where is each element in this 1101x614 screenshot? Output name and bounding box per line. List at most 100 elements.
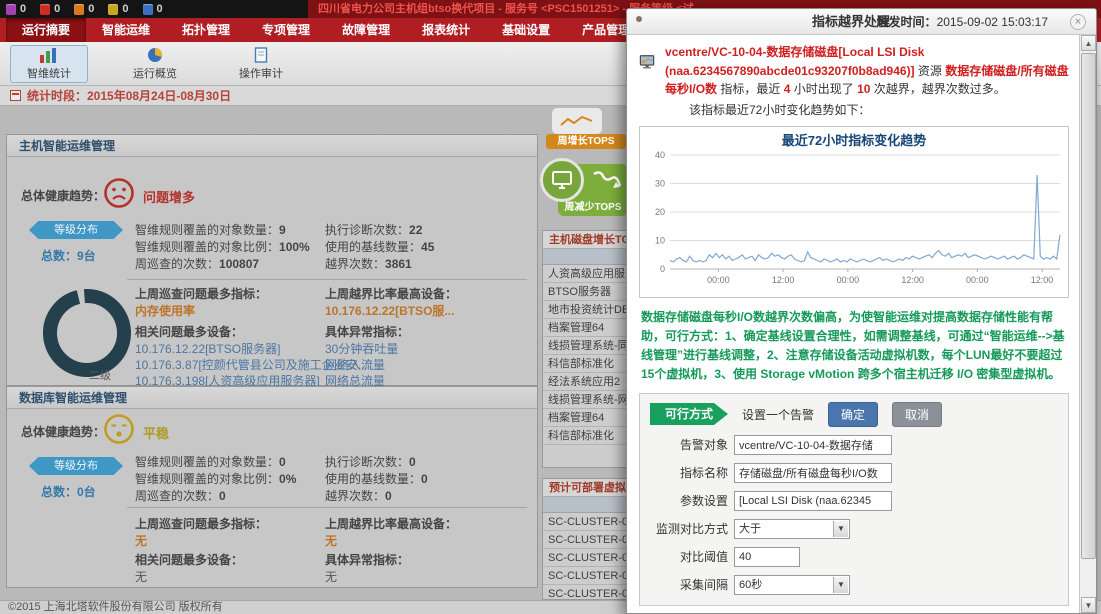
stats-period-text: 统计时段：2015年08月24日-08月30日 bbox=[27, 87, 231, 104]
tab-special[interactable]: 专项管理 bbox=[246, 18, 326, 42]
table-row[interactable]: 线损管理系统-网 bbox=[543, 391, 627, 409]
monitor-circle-icon bbox=[540, 158, 584, 202]
threshold-field[interactable] bbox=[734, 547, 800, 567]
monitor-alert-icon bbox=[639, 43, 655, 81]
severity-critical-icon bbox=[6, 4, 16, 15]
tool-smart-stats-button[interactable]: 智维统计 bbox=[10, 45, 88, 83]
db-section-title: 数据库智能运维管理 bbox=[7, 387, 537, 409]
tab-running-summary[interactable]: 运行摘要 bbox=[6, 18, 86, 42]
severity-minor-indicator[interactable]: 0 bbox=[74, 3, 94, 15]
trend-down-icon bbox=[592, 170, 622, 192]
donut-label: 二级 bbox=[89, 367, 111, 383]
metric-name-field[interactable] bbox=[734, 463, 892, 483]
metric-link[interactable]: 网络入流量 bbox=[325, 356, 385, 373]
weekly-growth-tile[interactable] bbox=[552, 108, 602, 134]
table-row[interactable]: 经法系统应用2 bbox=[543, 373, 627, 391]
table-row[interactable]: BTSO服务器 bbox=[543, 283, 627, 301]
neutral-face-icon bbox=[103, 413, 135, 445]
svg-text:00:00: 00:00 bbox=[837, 275, 860, 285]
svg-text:12:00: 12:00 bbox=[772, 275, 795, 285]
scrollbar-thumb[interactable] bbox=[1081, 53, 1096, 559]
table-row[interactable]: 档案管理64 bbox=[543, 319, 627, 337]
table-row[interactable]: SC-CLUSTER-02 bbox=[543, 585, 627, 600]
tool-running-overview-button[interactable]: 运行概览 bbox=[116, 45, 194, 83]
tab-reports[interactable]: 报表统计 bbox=[406, 18, 486, 42]
table-row[interactable]: SC-CLUSTER-04 bbox=[543, 567, 627, 585]
compare-mode-select[interactable]: 大于▼ bbox=[734, 519, 850, 539]
severity-info-indicator[interactable]: 0 bbox=[143, 3, 163, 15]
severity-critical-indicator[interactable]: 0 bbox=[6, 3, 26, 15]
host-ops-panel: 主机智能运维管理 总体健康趋势： 问题增多 等级分布 总数：9台 智维规则覆盖的… bbox=[6, 134, 538, 386]
alert-setting-form: 可行方式 设置一个告警 确定 取消 告警对象 指标名称 参数设置 监测对比方式 … bbox=[639, 393, 1069, 606]
advice-text: 数据存储磁盘每秒I/O数越界次数偏高，为使智能运维对提高数据存储性能有帮助，可行… bbox=[641, 308, 1067, 385]
param-setting-field[interactable] bbox=[734, 491, 892, 511]
alarm-indicators: 0 0 0 0 0 bbox=[6, 0, 163, 18]
chevron-down-icon[interactable]: ▼ bbox=[833, 521, 848, 537]
host-top-metric[interactable]: 内存使用率 bbox=[135, 302, 195, 319]
table-subheader bbox=[543, 249, 627, 265]
table-row[interactable]: 档案管理64 bbox=[543, 409, 627, 427]
svg-text:40: 40 bbox=[655, 150, 665, 160]
alert-object-field[interactable] bbox=[734, 435, 892, 455]
svg-text:30: 30 bbox=[655, 178, 665, 188]
severity-count: 0 bbox=[157, 3, 163, 15]
alert-message: vcentre/VC-10-04-数据存储磁盘[Local LSI Disk (… bbox=[639, 43, 1069, 99]
dialog-scrollbar[interactable]: ▲ ▼ bbox=[1079, 35, 1096, 613]
db-health-status: 平稳 bbox=[143, 423, 169, 442]
host-section-title: 主机智能运维管理 bbox=[7, 135, 537, 157]
document-icon bbox=[254, 47, 268, 63]
device-link[interactable]: 10.176.12.22[BTSO服务器] bbox=[135, 340, 280, 357]
table-row[interactable]: SC-CLUSTER-01 bbox=[543, 513, 627, 531]
middle-column: 周增长TOPS 周减少TOPS 主机磁盘增长TO 人资高级应用服务 BTSO服务… bbox=[540, 106, 628, 600]
host-disk-growth-title: 主机磁盘增长TO bbox=[543, 231, 627, 249]
metric-link[interactable]: 30分钟吞吐量 bbox=[325, 340, 398, 357]
table-row[interactable]: 人资高级应用服务 bbox=[543, 265, 627, 283]
deployable-vm-table: 预计可部署虚拟 SC-CLUSTER-01 SC-CLUSTER-05 SC-C… bbox=[542, 478, 628, 600]
tab-topology[interactable]: 拓扑管理 bbox=[166, 18, 246, 42]
form-subtitle: 设置一个告警 bbox=[742, 406, 814, 423]
host-total-count: 总数：9台 bbox=[41, 247, 96, 264]
svg-text:10: 10 bbox=[655, 235, 665, 245]
table-subheader bbox=[543, 497, 627, 513]
dialog-titlebar[interactable]: 指标越界处理 触发时间：2015-09-02 15:03:17 × bbox=[627, 9, 1096, 35]
scroll-down-icon[interactable]: ▼ bbox=[1081, 597, 1096, 613]
host-level-donut-chart bbox=[41, 287, 133, 379]
table-row[interactable]: 科信部标准化 bbox=[543, 355, 627, 373]
table-row[interactable]: SC-CLUSTER-07 bbox=[543, 549, 627, 567]
chevron-down-icon[interactable]: ▼ bbox=[833, 577, 848, 593]
table-row[interactable]: 地市投资统计DB bbox=[543, 301, 627, 319]
tab-fault[interactable]: 故障管理 bbox=[326, 18, 406, 42]
pie-chart-icon bbox=[146, 47, 164, 63]
tab-basic-settings[interactable]: 基础设置 bbox=[486, 18, 566, 42]
calendar-icon bbox=[10, 90, 21, 101]
db-ops-panel: 数据库智能运维管理 总体健康趋势： 平稳 等级分布 总数：0台 智维规则覆盖的对… bbox=[6, 386, 538, 588]
tool-audit-button[interactable]: 操作审计 bbox=[222, 45, 300, 83]
severity-major-indicator[interactable]: 0 bbox=[40, 3, 60, 15]
table-row[interactable]: SC-CLUSTER-05 bbox=[543, 531, 627, 549]
trend-chart: 01020304000:0012:0000:0012:0000:0012:00 bbox=[640, 149, 1068, 295]
weekly-growth-badge[interactable]: 周增长TOPS bbox=[546, 134, 626, 149]
severity-info-icon bbox=[143, 4, 153, 15]
db-total-count: 总数：0台 bbox=[41, 483, 96, 500]
host-top-device[interactable]: 10.176.12.22[BTSO服... bbox=[325, 302, 454, 319]
cancel-button[interactable]: 取消 bbox=[892, 402, 942, 427]
svg-text:00:00: 00:00 bbox=[707, 275, 730, 285]
db-top-metric: 无 bbox=[135, 532, 147, 549]
tab-intelligent-ops[interactable]: 智能运维 bbox=[86, 18, 166, 42]
host-level-badge[interactable]: 等级分布 bbox=[29, 221, 123, 239]
severity-warning-indicator[interactable]: 0 bbox=[108, 3, 128, 15]
ok-button[interactable]: 确定 bbox=[828, 402, 878, 427]
interval-select[interactable]: 60秒▼ bbox=[734, 575, 850, 595]
deployable-vm-title: 预计可部署虚拟 bbox=[543, 479, 627, 497]
svg-text:00:00: 00:00 bbox=[966, 275, 989, 285]
severity-minor-icon bbox=[74, 4, 84, 15]
severity-major-icon bbox=[40, 4, 50, 15]
close-icon[interactable]: × bbox=[1070, 14, 1086, 30]
db-level-badge[interactable]: 等级分布 bbox=[29, 457, 123, 475]
scroll-up-icon[interactable]: ▲ bbox=[1081, 35, 1096, 51]
table-row[interactable]: 线损管理系统-同 bbox=[543, 337, 627, 355]
db-health-label: 总体健康趋势： bbox=[21, 425, 105, 439]
table-row[interactable]: 科信部标准化 bbox=[543, 427, 627, 445]
bar-chart-icon bbox=[39, 47, 59, 63]
feasible-way-badge: 可行方式 bbox=[650, 403, 728, 425]
